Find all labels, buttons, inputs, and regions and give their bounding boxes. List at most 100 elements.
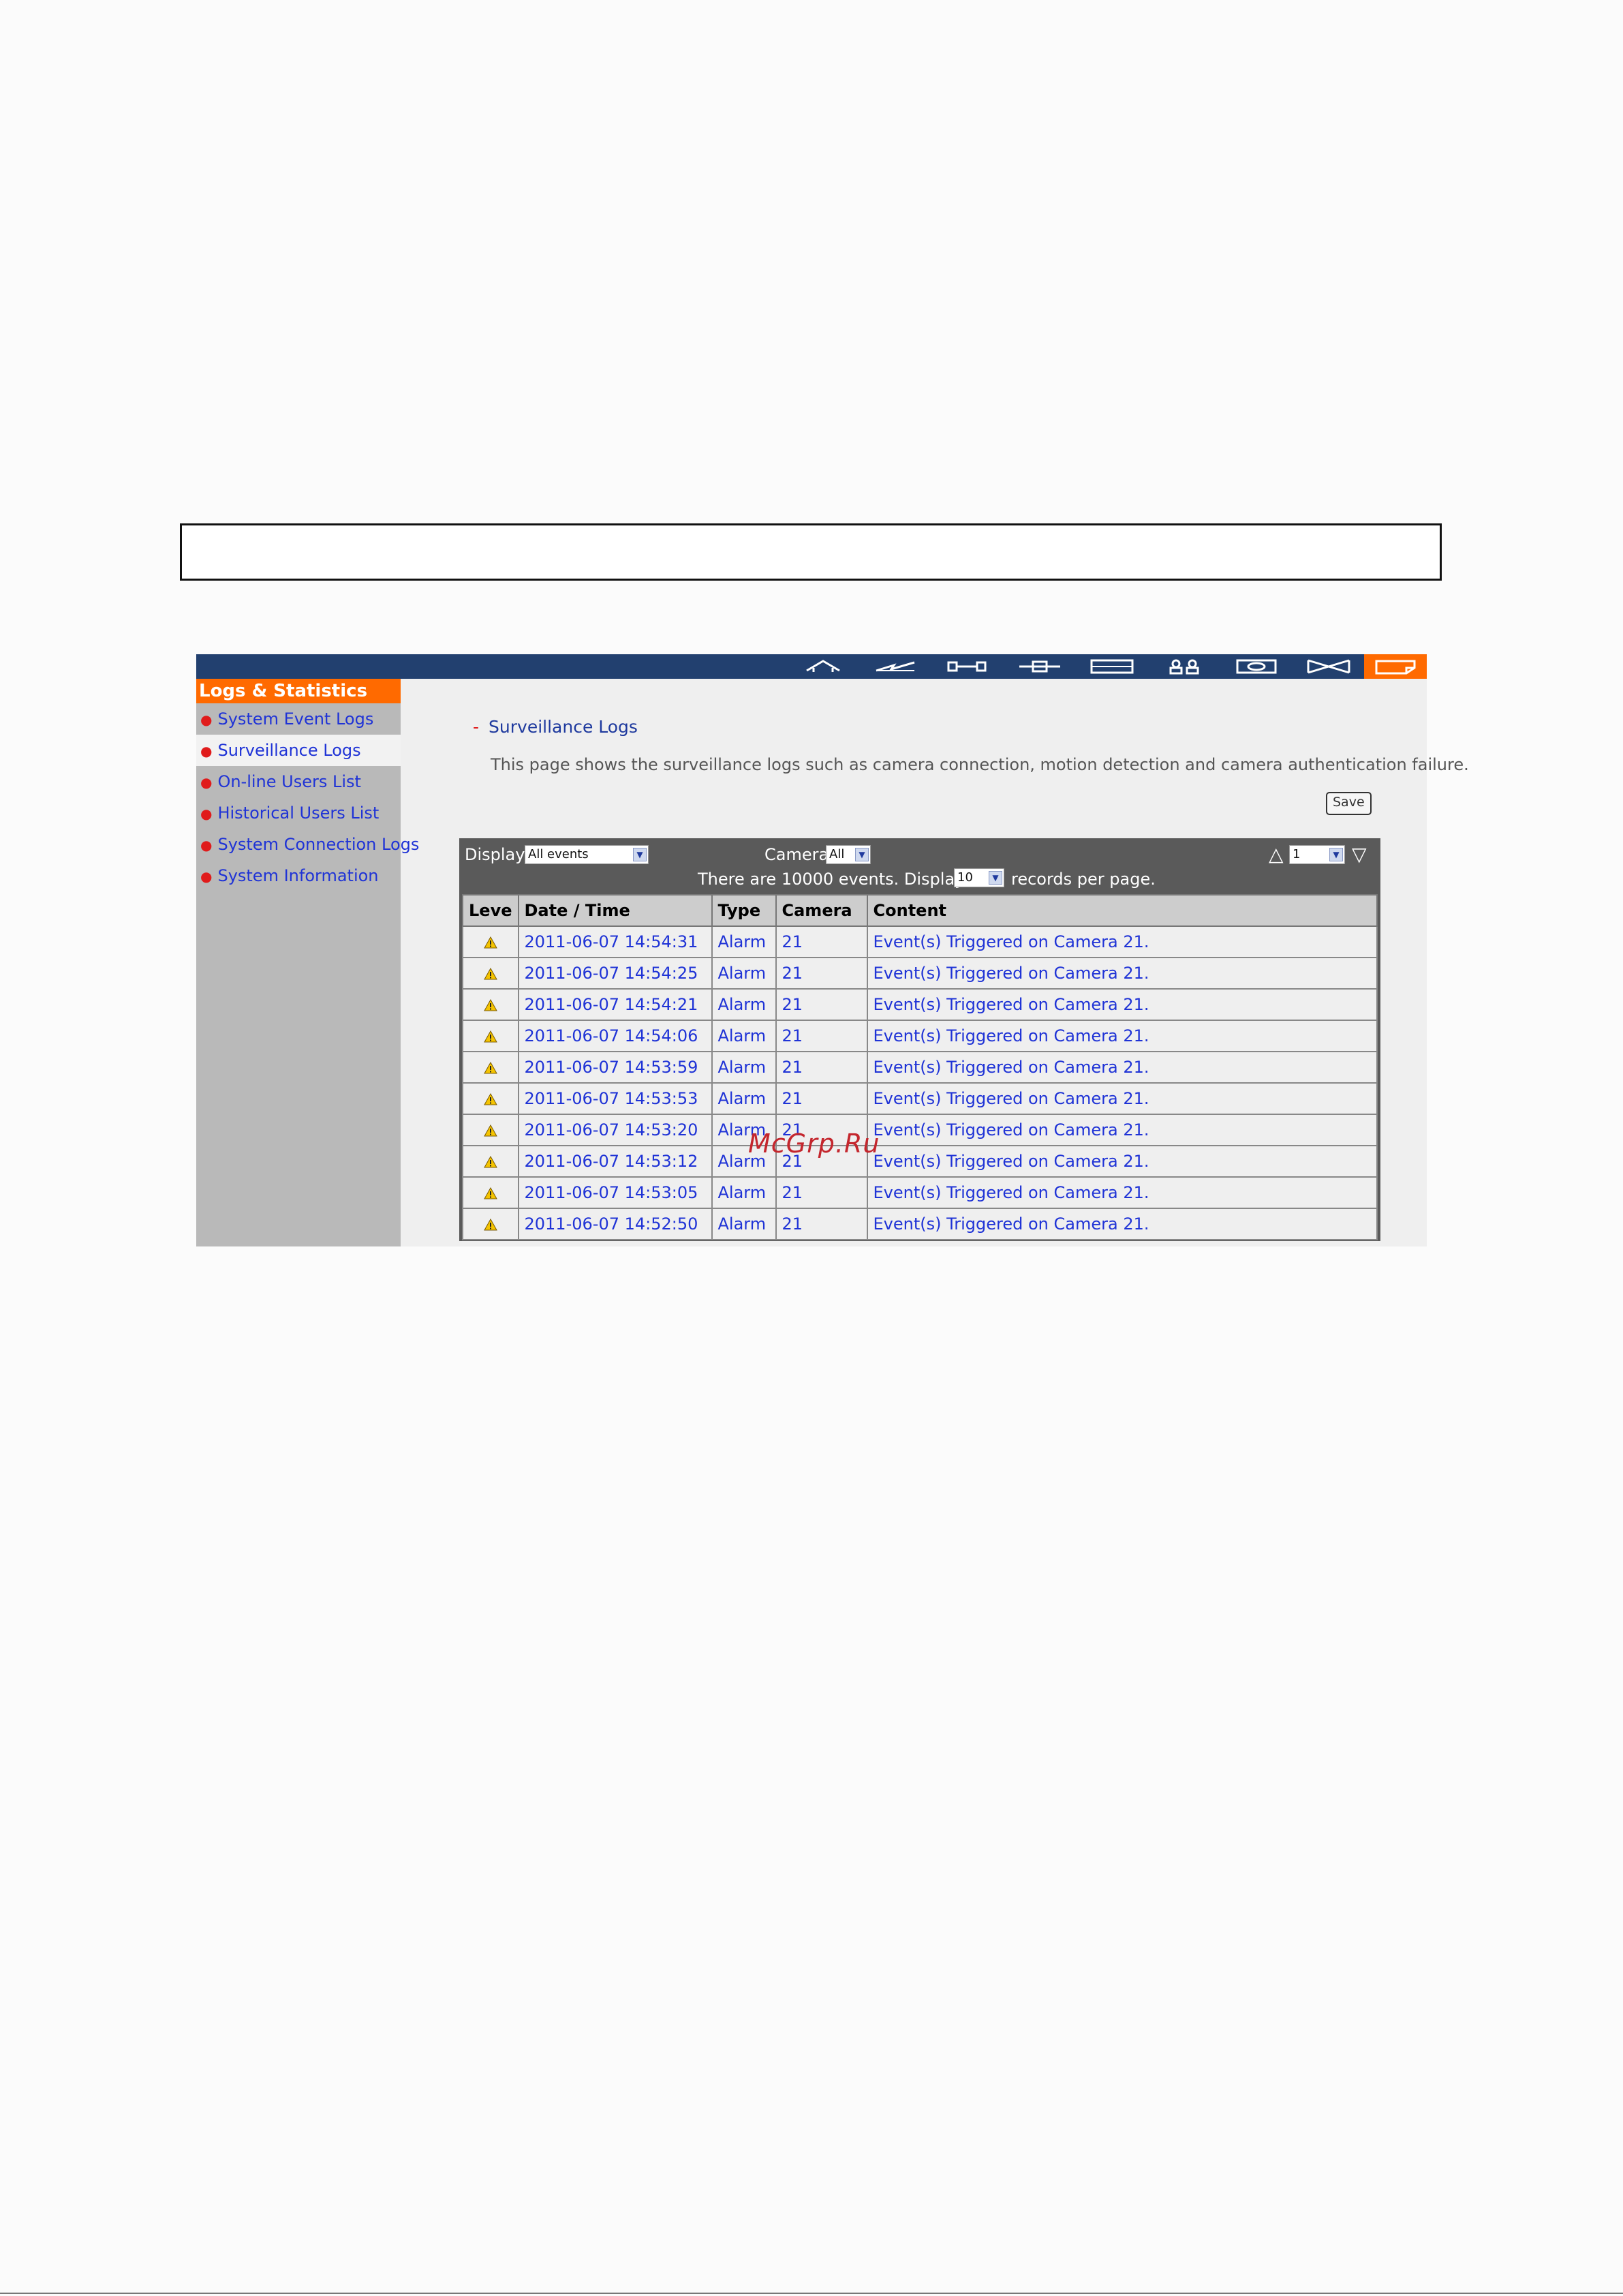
datetime-cell[interactable]: 2011-06-07 14:53:59 [517, 1051, 713, 1084]
table-row[interactable]: 2011-06-07 14:52:50 Alarm 21 Event(s) Trigg… [462, 1208, 1378, 1240]
logs-icon[interactable] [1364, 654, 1427, 679]
type-cell[interactable]: Alarm [711, 1051, 777, 1084]
page-select[interactable]: 1 ▼ [1289, 845, 1345, 864]
camera-cell[interactable]: 21 [775, 925, 868, 958]
column-header-type[interactable]: Type [711, 894, 777, 927]
content-cell[interactable]: Event(s) Triggered on Camera 21. [866, 1082, 1378, 1115]
warning-icon [483, 1124, 497, 1137]
type-cell[interactable]: Alarm [711, 1082, 777, 1115]
bullet-icon: ● [200, 868, 213, 885]
datetime-cell[interactable]: 2011-06-07 14:54:06 [517, 1020, 713, 1052]
camera-select[interactable]: All ▼ [826, 845, 871, 864]
network-service-icon[interactable] [1297, 654, 1360, 679]
top-toolbar [196, 654, 1427, 679]
device-icon[interactable] [1008, 654, 1071, 679]
table-row[interactable]: 2011-06-07 14:54:31 Alarm 21 Event(s) Trigg… [462, 925, 1378, 958]
camera-cell[interactable]: 21 [775, 988, 868, 1021]
content-cell[interactable]: Event(s) Triggered on Camera 21. [866, 1051, 1378, 1084]
main-content: - Surveillance Logs This page shows the s… [401, 679, 1469, 1246]
column-header-level[interactable]: Leve [462, 894, 519, 927]
sidebar-item-system-information[interactable]: ● System Information [196, 860, 401, 891]
table-row[interactable]: 2011-06-07 14:54:21 Alarm 21 Event(s) Trigg… [462, 988, 1378, 1021]
page-title: - Surveillance Logs [473, 717, 638, 737]
page-up-icon[interactable]: △ [1269, 845, 1284, 864]
chevron-down-icon: ▼ [989, 871, 1002, 885]
storage-icon[interactable] [1081, 654, 1143, 679]
sidebar-title: Logs & Statistics [196, 679, 401, 703]
sidebar-item-system-event-logs[interactable]: ● System Event Logs [196, 703, 401, 735]
content-cell[interactable]: Event(s) Triggered on Camera 21. [866, 1145, 1378, 1178]
column-header-datetime[interactable]: Date / Time [517, 894, 713, 927]
content-cell[interactable]: Event(s) Triggered on Camera 21. [866, 1176, 1378, 1209]
users-icon[interactable] [1153, 654, 1216, 679]
type-cell[interactable]: Alarm [711, 957, 777, 990]
bullet-icon: ● [200, 837, 213, 853]
datetime-cell[interactable]: 2011-06-07 14:54:25 [517, 957, 713, 990]
camera-cell[interactable]: 21 [775, 1176, 868, 1209]
content-cell[interactable]: Event(s) Triggered on Camera 21. [866, 925, 1378, 958]
table-row[interactable]: 2011-06-07 14:54:06 Alarm 21 Event(s) Trigg… [462, 1020, 1378, 1052]
datetime-cell[interactable]: 2011-06-07 14:54:31 [517, 925, 713, 958]
column-header-camera[interactable]: Camera [775, 894, 868, 927]
warning-icon [483, 1219, 497, 1231]
sidebar-item-label: Surveillance Logs [217, 741, 361, 760]
table-row[interactable]: 2011-06-07 14:54:25 Alarm 21 Event(s) Trigg… [462, 957, 1378, 990]
per-page-select[interactable]: 10 ▼ [954, 868, 1004, 887]
sidebar-item-label: System Connection Logs [217, 835, 420, 854]
level-cell [462, 1082, 519, 1115]
datetime-cell[interactable]: 2011-06-07 14:54:21 [517, 988, 713, 1021]
type-cell[interactable]: Alarm [711, 925, 777, 958]
camera-cell[interactable]: 21 [775, 1051, 868, 1084]
content-cell[interactable]: Event(s) Triggered on Camera 21. [866, 1114, 1378, 1146]
column-header-content[interactable]: Content [866, 894, 1378, 927]
power-icon[interactable] [864, 654, 927, 679]
level-cell [462, 1020, 519, 1052]
table-header-row: Leve Date / Time Type Camera Content [462, 894, 1378, 927]
sidebar-item-label: System Information [217, 866, 379, 885]
table-row[interactable]: 2011-06-07 14:53:59 Alarm 21 Event(s) Trigg… [462, 1051, 1378, 1084]
camera-cell[interactable]: 21 [775, 957, 868, 990]
warning-icon [483, 1093, 497, 1105]
type-cell[interactable]: Alarm [711, 1020, 777, 1052]
camera-cell[interactable]: 21 [775, 1082, 868, 1115]
per-page-text: records per page. [1011, 870, 1156, 889]
sidebar-item-system-connection-logs[interactable]: ● System Connection Logs [196, 829, 419, 860]
datetime-cell[interactable]: 2011-06-07 14:53:05 [517, 1176, 713, 1209]
content-cell[interactable]: Event(s) Triggered on Camera 21. [866, 957, 1378, 990]
sidebar-item-online-users-list[interactable]: ● On-line Users List [196, 766, 401, 797]
header-box [180, 523, 1442, 581]
warning-icon [483, 999, 497, 1011]
camera-icon[interactable] [1225, 654, 1288, 679]
display-select[interactable]: All events ▼ [525, 845, 649, 864]
type-cell[interactable]: Alarm [711, 1176, 777, 1209]
content-cell[interactable]: Event(s) Triggered on Camera 21. [866, 988, 1378, 1021]
network-icon[interactable] [936, 654, 999, 679]
datetime-cell[interactable]: 2011-06-07 14:53:53 [517, 1082, 713, 1115]
page-down-icon[interactable]: ▽ [1352, 845, 1367, 864]
sidebar-item-label: System Event Logs [217, 709, 374, 729]
page-description: This page shows the surveillance logs su… [491, 755, 1469, 774]
content-cell[interactable]: Event(s) Triggered on Camera 21. [866, 1020, 1378, 1052]
level-cell [462, 925, 519, 958]
page-bottom-border [0, 2293, 1623, 2294]
save-button[interactable]: Save [1326, 792, 1372, 815]
sidebar-item-label: On-line Users List [217, 772, 361, 791]
display-label: Display [465, 845, 525, 864]
table-row[interactable]: 2011-06-07 14:53:53 Alarm 21 Event(s) Trigg… [462, 1082, 1378, 1115]
event-count-text: There are 10000 events. Displays [698, 870, 973, 889]
type-cell[interactable]: Alarm [711, 1208, 777, 1240]
table-row[interactable]: 2011-06-07 14:53:05 Alarm 21 Event(s) Trigg… [462, 1176, 1378, 1209]
camera-cell[interactable]: 21 [775, 1208, 868, 1240]
sidebar-item-surveillance-logs[interactable]: ● Surveillance Logs [196, 735, 401, 766]
home-icon[interactable] [792, 654, 854, 679]
sidebar-item-historical-users-list[interactable]: ● Historical Users List [196, 797, 401, 829]
content-cell[interactable]: Event(s) Triggered on Camera 21. [866, 1208, 1378, 1240]
datetime-cell[interactable]: 2011-06-07 14:52:50 [517, 1208, 713, 1240]
datetime-cell[interactable]: 2011-06-07 14:53:12 [517, 1145, 713, 1178]
table-row[interactable]: 2011-06-07 14:53:12 Alarm 21 Event(s) Trigg… [462, 1145, 1378, 1178]
bullet-icon: ● [200, 711, 213, 728]
camera-cell[interactable]: 21 [775, 1020, 868, 1052]
datetime-cell[interactable]: 2011-06-07 14:53:20 [517, 1114, 713, 1146]
table-row[interactable]: 2011-06-07 14:53:20 Alarm 21 Event(s) Trigg… [462, 1114, 1378, 1146]
type-cell[interactable]: Alarm [711, 988, 777, 1021]
